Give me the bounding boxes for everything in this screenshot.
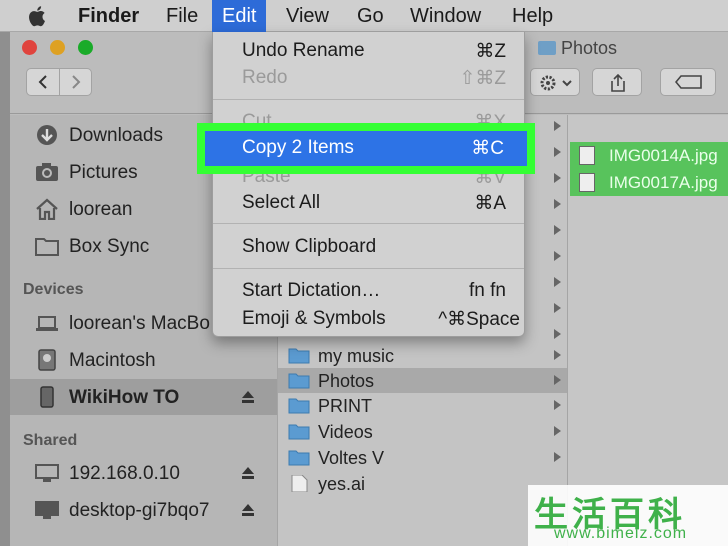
camera-icon <box>36 163 58 181</box>
disclosure-arrow-icon <box>554 452 561 462</box>
disclosure-arrow-icon <box>554 400 561 410</box>
menu-window[interactable]: Window <box>410 0 481 32</box>
list-item[interactable]: PRINT <box>278 393 568 418</box>
home-icon <box>36 198 58 220</box>
chevron-left-icon[interactable] <box>37 75 49 89</box>
menu-help[interactable]: Help <box>512 0 553 32</box>
disclosure-arrow-icon <box>554 251 561 261</box>
menu-item-redo: Redo ⇧⌘Z <box>242 67 506 89</box>
menu-separator <box>213 99 524 100</box>
tags-button[interactable] <box>660 68 716 96</box>
list-item[interactable]: yes.ai <box>278 471 568 496</box>
tag-icon <box>675 75 702 89</box>
folder-icon <box>538 41 556 55</box>
disclosure-arrow-icon <box>554 147 561 157</box>
sidebar-item-192-168-0-10[interactable]: 192.168.0.10 <box>10 455 277 491</box>
menu-item-emoji-symbols[interactable]: Emoji & Symbols ^⌘Space <box>213 303 524 333</box>
menu-item-start-dictation[interactable]: Start Dictation… fn fn <box>213 275 524 305</box>
selected-file-row[interactable]: IMG0017A.jpg <box>570 169 728 196</box>
eject-icon[interactable] <box>241 466 255 480</box>
apple-icon[interactable] <box>27 4 49 28</box>
menu-separator <box>213 268 524 269</box>
disclosure-arrow-icon <box>554 173 561 183</box>
menu-separator <box>213 223 524 224</box>
action-button[interactable] <box>530 68 580 96</box>
menu-edit[interactable]: Edit <box>212 0 267 32</box>
disclosure-arrow-icon <box>554 375 561 385</box>
menu-item-select-all[interactable]: Select All ⌘A <box>213 187 524 217</box>
eject-icon[interactable] <box>241 390 255 404</box>
disclosure-arrow-icon <box>554 225 561 235</box>
chevron-right-icon[interactable] <box>70 75 82 89</box>
zoom-window-button[interactable] <box>78 40 93 55</box>
disclosure-arrow-icon <box>554 277 561 287</box>
selected-file-row[interactable]: IMG0014A.jpg <box>570 142 728 169</box>
menu-finder[interactable]: Finder <box>78 0 139 32</box>
disclosure-arrow-icon <box>554 329 561 339</box>
share-button[interactable] <box>592 68 642 96</box>
file-icon <box>291 475 308 492</box>
folder-icon <box>288 424 310 440</box>
image-thumbnail-icon <box>579 173 595 192</box>
hard-drive-icon <box>38 349 56 371</box>
menu-bar: Finder File Edit View Go Window Help <box>0 0 728 32</box>
edit-menu-dropdown: Undo Rename ⌘Z Redo ⇧⌘Z Cut ⌘X Paste ⌘V … <box>212 32 525 337</box>
folder-icon <box>288 348 310 364</box>
laptop-icon <box>36 316 58 331</box>
disclosure-arrow-icon <box>554 121 561 131</box>
window-title: Photos <box>538 38 617 59</box>
watermark-url: www.bimeiz.com <box>554 525 688 542</box>
folder-icon <box>288 450 310 466</box>
disclosure-arrow-icon <box>554 350 561 360</box>
sidebar-item-wikihow-to[interactable]: WikiHow TO <box>10 379 277 415</box>
back-forward-control <box>26 68 92 96</box>
external-drive-icon <box>40 386 54 408</box>
menu-item-undo-rename[interactable]: Undo Rename ⌘Z <box>213 35 524 65</box>
column-browser-2: IMG0014A.jpg IMG0017A.jpg <box>567 115 728 546</box>
list-item-selected[interactable]: Photos <box>278 368 568 393</box>
monitor-icon <box>35 464 59 482</box>
disclosure-arrow-icon <box>554 199 561 209</box>
folder-icon <box>35 238 59 256</box>
menu-file[interactable]: File <box>166 0 198 32</box>
monitor-icon <box>35 501 59 519</box>
list-item[interactable]: my music <box>278 343 568 368</box>
eject-icon[interactable] <box>241 503 255 517</box>
share-icon <box>611 73 625 92</box>
download-icon <box>37 125 57 145</box>
gear-icon <box>540 75 572 91</box>
folder-icon <box>288 373 310 389</box>
menu-item-copy-2-items[interactable]: Copy 2 Items ⌘C <box>205 131 527 166</box>
minimize-window-button[interactable] <box>50 40 65 55</box>
menu-go[interactable]: Go <box>357 0 384 32</box>
disclosure-arrow-icon <box>554 303 561 313</box>
disclosure-arrow-icon <box>554 426 561 436</box>
image-thumbnail-icon <box>579 146 595 165</box>
sidebar-section-shared: Shared <box>23 432 78 449</box>
menu-view[interactable]: View <box>286 0 329 32</box>
folder-icon <box>288 398 310 414</box>
sidebar-item-desktop[interactable]: desktop-gi7bqo7 <box>10 492 277 528</box>
sidebar-section-devices: Devices <box>23 281 84 298</box>
watermark-logo: 生活百科 www.bimeiz.com <box>528 485 728 546</box>
menu-item-show-clipboard[interactable]: Show Clipboard <box>213 231 524 261</box>
close-window-button[interactable] <box>22 40 37 55</box>
list-item[interactable]: Voltes V <box>278 445 568 470</box>
list-item[interactable]: Videos <box>278 419 568 444</box>
sidebar-item-macintosh[interactable]: Macintosh <box>10 342 277 378</box>
